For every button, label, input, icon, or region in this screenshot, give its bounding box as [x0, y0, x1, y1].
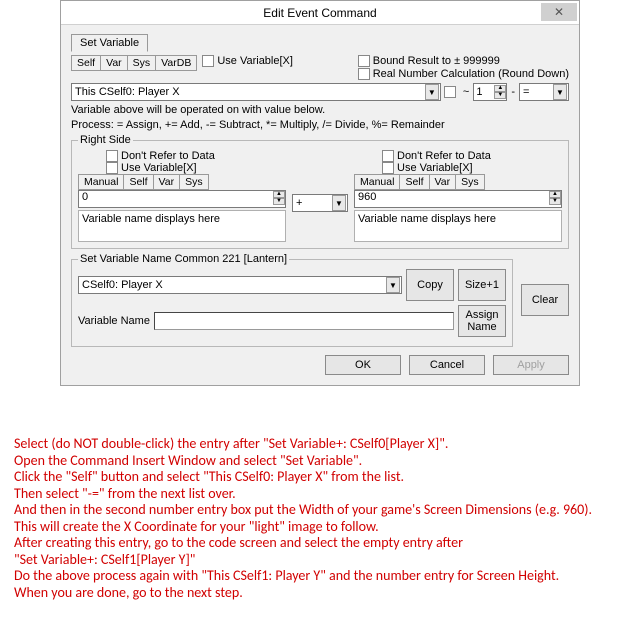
apply-button: Apply — [493, 355, 569, 375]
chevron-down-icon: ▼ — [332, 195, 346, 211]
dialog-title: Edit Event Command — [263, 6, 376, 20]
rs-left-tab-manual[interactable]: Manual — [78, 174, 124, 190]
bound-result-check[interactable]: Bound Result to ± 999999 — [358, 55, 569, 67]
rs-left-display: Variable name displays here — [78, 210, 286, 242]
rs-right-value-text: 960 — [355, 191, 549, 207]
right-side-group: Right Side Don't Refer to Data Use Varia… — [71, 134, 569, 249]
var-name-combo[interactable]: CSelf0: Player X ▼ — [78, 276, 402, 294]
bound-result-label: Bound Result to ± 999999 — [373, 55, 500, 67]
rs-right-tab-var[interactable]: Var — [429, 174, 457, 190]
instruction-line: Then select "-=" from the next list over… — [14, 486, 628, 503]
chevron-down-icon: ▼ — [386, 277, 400, 293]
rs-right-use-varx[interactable]: Use Variable[X] — [382, 162, 562, 174]
rs-use-varx-label: Use Variable[X] — [397, 162, 473, 174]
set-var-name-legend: Set Variable Name Common 221 [Lantern] — [78, 253, 289, 265]
target-variable-text: This CSelf0: Player X — [72, 86, 424, 98]
spinner-down-icon[interactable]: ▼ — [273, 198, 285, 205]
checkbox-icon — [106, 150, 118, 162]
ok-button[interactable]: OK — [325, 355, 401, 375]
variable-name-label: Variable Name — [78, 315, 150, 327]
instruction-line: "Set Variable+: CSelf1[Player Y]" — [14, 552, 628, 569]
real-number-check[interactable]: Real Number Calculation (Round Down) — [358, 68, 569, 80]
rs-mid-op-text: + — [293, 197, 331, 209]
spinner-up-icon[interactable]: ▲ — [494, 85, 506, 92]
spinner-down-icon[interactable]: ▼ — [549, 198, 561, 205]
rs-right-value-input[interactable]: 960 ▲ ▼ — [354, 190, 562, 208]
copy-button[interactable]: Copy — [406, 269, 454, 301]
titlebar: Edit Event Command ✕ — [61, 1, 579, 25]
rs-left-dont-refer[interactable]: Don't Refer to Data — [106, 150, 286, 162]
spinner-down-icon[interactable]: ▼ — [494, 92, 506, 99]
range-count-value: 1 — [474, 86, 494, 98]
operator-text: = — [520, 86, 552, 98]
instruction-line: When you are done, go to the next step. — [14, 585, 628, 602]
rs-dont-refer-label: Don't Refer to Data — [397, 150, 491, 162]
instructions-text: Select (do NOT double-click) the entry a… — [14, 436, 628, 601]
real-number-label: Real Number Calculation (Round Down) — [373, 68, 569, 80]
var-name-combo-text: CSelf0: Player X — [79, 279, 385, 291]
rs-use-varx-label: Use Variable[X] — [121, 162, 197, 174]
help-text-2: Process: = Assign, += Add, -= Subtract, … — [71, 119, 569, 132]
instruction-line: Open the Command Insert Window and selec… — [14, 453, 628, 470]
spinner-up-icon[interactable]: ▲ — [273, 191, 285, 198]
range-count-spinner[interactable]: 1 ▲ ▼ — [473, 83, 507, 101]
checkbox-icon — [358, 55, 370, 67]
rs-left-value-text: 0 — [79, 191, 273, 207]
scope-tab-var[interactable]: Var — [100, 55, 128, 71]
rs-right-tab-manual[interactable]: Manual — [354, 174, 400, 190]
instruction-line: After creating this entry, go to the cod… — [14, 535, 628, 552]
dash-label: - — [511, 86, 515, 98]
edit-event-command-dialog: Edit Event Command ✕ Set Variable Self V… — [60, 0, 580, 386]
spinner-up-icon[interactable]: ▲ — [549, 191, 561, 198]
rs-right-dont-refer[interactable]: Don't Refer to Data — [382, 150, 562, 162]
tilde-label: ~ — [463, 86, 469, 98]
rs-left-tab-sys[interactable]: Sys — [179, 174, 209, 190]
checkbox-icon — [382, 150, 394, 162]
rs-left-use-varx[interactable]: Use Variable[X] — [106, 162, 286, 174]
scope-tab-self[interactable]: Self — [71, 55, 101, 71]
rs-left-value-input[interactable]: 0 ▲ ▼ — [78, 190, 286, 208]
instruction-line: Select (do NOT double-click) the entry a… — [14, 436, 628, 453]
size-plus-button[interactable]: Size+1 — [458, 269, 506, 301]
checkbox-icon — [382, 162, 394, 174]
instruction-line: Do the above process again with "This CS… — [14, 568, 628, 585]
assign-name-button[interactable]: Assign Name — [458, 305, 506, 337]
instruction-line: And then in the second number entry box … — [14, 502, 628, 519]
chevron-down-icon: ▼ — [425, 84, 439, 100]
rs-right-display: Variable name displays here — [354, 210, 562, 242]
scope-tab-sys[interactable]: Sys — [127, 55, 157, 71]
rs-left-tab-var[interactable]: Var — [153, 174, 181, 190]
checkbox-icon — [202, 55, 214, 67]
use-variable-x-label: Use Variable[X] — [217, 55, 293, 67]
set-variable-name-group: Set Variable Name Common 221 [Lantern] C… — [71, 253, 513, 347]
close-button[interactable]: ✕ — [541, 3, 577, 21]
rs-dont-refer-label: Don't Refer to Data — [121, 150, 215, 162]
rs-left-tab-self[interactable]: Self — [123, 174, 153, 190]
right-side-legend: Right Side — [78, 134, 133, 146]
chevron-down-icon: ▼ — [553, 84, 567, 100]
rs-right-tab-sys[interactable]: Sys — [455, 174, 485, 190]
tab-set-variable[interactable]: Set Variable — [71, 34, 148, 52]
help-text-1: Variable above will be operated on with … — [71, 104, 569, 117]
target-variable-combo[interactable]: This CSelf0: Player X ▼ — [71, 83, 441, 101]
range-checkbox[interactable] — [444, 86, 456, 98]
cancel-button[interactable]: Cancel — [409, 355, 485, 375]
checkbox-icon — [106, 162, 118, 174]
rs-right-tab-self[interactable]: Self — [399, 174, 429, 190]
operator-combo[interactable]: = ▼ — [519, 83, 569, 101]
scope-tab-vardb[interactable]: VarDB — [155, 55, 197, 71]
use-variable-x-check[interactable]: Use Variable[X] — [202, 55, 293, 67]
variable-name-input[interactable] — [154, 312, 454, 330]
instruction-line: Click the "Self" button and select "This… — [14, 469, 628, 486]
rs-mid-operator-combo[interactable]: + ▼ — [292, 194, 348, 212]
instruction-line: This will create the X Coordinate for yo… — [14, 519, 628, 536]
close-icon: ✕ — [554, 5, 564, 19]
checkbox-icon — [358, 68, 370, 80]
clear-button[interactable]: Clear — [521, 284, 569, 316]
